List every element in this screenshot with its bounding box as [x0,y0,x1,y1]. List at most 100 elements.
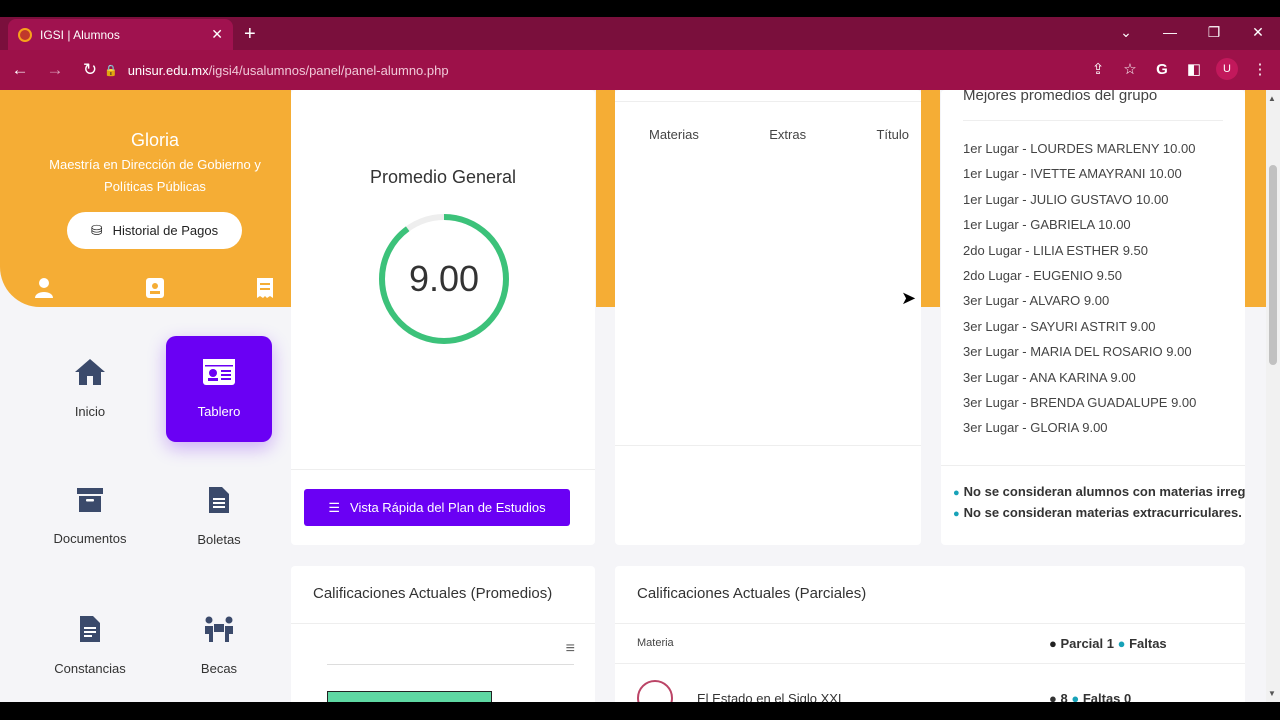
promedio-title: Promedio General [369,167,517,187]
receipt-icon[interactable] [257,278,273,303]
mejores-card: Mejores promedios del grupo 1er Lugar - … [941,90,1245,545]
bookmark-star-icon[interactable]: ☆ [1120,60,1140,78]
bullet-icon: ● [1117,636,1126,651]
menu-documentos-label: Documentos [53,531,127,546]
row-subject: El Estado en el Siglo XXI [697,691,842,702]
rank-item: 2do Lugar - LILIA ESTHER 9.50 [963,242,1148,258]
rank-item: 1er Lugar - GABRIELA 10.00 [963,217,1131,233]
lock-icon: 🔒 [104,64,118,77]
scroll-up-icon[interactable]: ▲ [1268,94,1276,103]
card-divider [615,101,921,102]
menu-becas[interactable]: Becas [166,593,272,699]
scroll-down-icon[interactable]: ▼ [1268,689,1276,698]
share-icon[interactable]: ⇪ [1088,60,1108,78]
menu-tablero[interactable]: Tablero [166,336,272,442]
browser-tab[interactable]: IGSI | Alumnos ✕ [8,19,233,50]
col-parcial: Parcial 1 [1060,636,1114,651]
menu-becas-label: Becas [200,661,238,676]
reload-icon[interactable]: ↻ [75,60,105,80]
rank-item: 3er Lugar - MARIA DEL ROSARIO 9.00 [963,344,1192,360]
university-logo-icon [637,680,673,702]
bars-icon: ☰ [328,499,341,515]
bullet-icon: ● [1049,691,1057,702]
close-tab-icon[interactable]: ✕ [211,26,223,43]
profile-avatar[interactable]: U [1216,58,1238,80]
back-icon[interactable]: ← [5,60,35,80]
url-host: unisur.edu.mx [127,62,209,78]
tab-title: IGSI | Alumnos [40,27,120,42]
scrollbar-thumb[interactable] [1269,165,1277,365]
calif-parciales-card: Calificaciones Actuales (Parciales) Mate… [615,566,1245,702]
orange-band-right [921,90,940,307]
note-item: ● No se consideran alumnos con materias i… [953,484,1245,505]
rank-item: 3er Lugar - GLORIA 9.00 [963,420,1108,436]
home-icon [75,359,105,392]
rank-item: 1er Lugar - LOURDES MARLENY 10.00 [963,141,1196,156]
tab-search-icon[interactable]: ⌄ [1104,17,1148,47]
rank-item: 3er Lugar - BRENDA GUADALUPE 9.00 [963,394,1197,410]
page-viewport: Gloria Maestría en Dirección de Gobierno… [0,90,1266,702]
calif-promedios-card: Calificaciones Actuales (Promedios) ≡ [291,566,595,702]
bottom-edge [0,702,1280,720]
student-program: Maestría en Dirección de Gobierno y Polí… [49,157,261,194]
rank-item: 1er Lugar - IVETTE AMAYRANI 10.00 [963,166,1182,182]
bullet-icon: ● [953,508,960,520]
menu-documentos[interactable]: Documentos [37,464,143,570]
calif-promedios-title: Calificaciones Actuales (Promedios) [313,585,553,602]
grammarly-icon[interactable]: G [1152,61,1172,78]
menu-inicio-label: Inicio [74,404,106,419]
archive-box-icon [77,488,103,519]
minimize-icon[interactable]: — [1148,17,1192,47]
materias-card: Materias Extras Título [615,90,921,545]
rank-item: 2do Lugar - EUGENIO 9.50 [963,267,1122,283]
row-faltas: Faltas 0 [1082,691,1132,702]
materias-headers: Materias Extras Título [649,127,909,142]
bullet-icon: ● [953,487,960,499]
more-menu-icon[interactable]: ⋮ [1250,60,1270,78]
study-plan-label: Vista Rápida del Plan de Estudios [350,500,546,515]
forward-icon[interactable]: → [40,60,70,80]
profile-shortcuts [0,278,291,303]
rank-item: 1er Lugar - JULIO GUSTAVO 10.00 [963,191,1169,207]
top-edge [0,0,1280,17]
notes-list: ● No se consideran alumnos con materias i… [953,484,1245,526]
file-alt-icon [209,487,229,520]
menu-inicio[interactable]: Inicio [37,336,143,442]
mouse-cursor-icon: ➤ [901,288,917,308]
tab-bar: IGSI | Alumnos ✕ + ⌄ — ❐ ✕ [0,17,1280,50]
orange-band-left [596,90,615,307]
card-divider [615,623,1245,624]
card-divider [963,120,1223,121]
chart-bar[interactable] [327,691,492,702]
note-text: No se consideran materias extracurricula… [963,505,1242,520]
mejores-title: Mejores promedios del grupo [963,90,1158,104]
close-window-icon[interactable]: ✕ [1236,17,1280,47]
page-scrollbar[interactable]: ▲ ▼ [1266,90,1280,702]
sidebar-icon[interactable]: ◧ [1184,60,1204,78]
card-divider [291,623,595,624]
chart-menu-icon[interactable]: ≡ [566,640,575,658]
menu-constancias[interactable]: Constancias [37,593,143,699]
coins-icon: ⛁ [90,222,103,238]
menu-boletas-label: Boletas [197,532,241,547]
people-carry-icon [203,616,235,649]
id-badge-icon[interactable] [146,278,164,303]
study-plan-button[interactable]: ☰ Vista Rápida del Plan de Estudios [304,489,570,526]
promedio-value: 9.00 [408,258,480,299]
note-text: No se consideran alumnos con materias ir… [963,484,1245,499]
id-card-icon [203,359,235,392]
user-icon[interactable] [35,278,53,303]
row-grade: 8 [1060,691,1068,702]
col-faltas: Faltas [1129,636,1167,651]
restore-icon[interactable]: ❐ [1192,17,1236,47]
document-icon [80,616,100,649]
menu-boletas[interactable]: Boletas [166,464,272,570]
new-tab-icon[interactable]: + [244,23,256,46]
url-field[interactable]: 🔒 unisur.edu.mx /igsi4/usalumnos/panel/p… [104,56,1154,84]
rank-list: 1er Lugar - LOURDES MARLENY 10.00 1er Lug… [963,140,1196,445]
note-item: ● No se consideran materias extracurricul… [953,505,1245,526]
toolbar-icons: ⇪ ☆ G ◧ U ⋮ [1088,58,1270,80]
payment-history-button[interactable]: ⛁ Historial de Pagos [67,212,242,249]
orange-band-far-right [1245,90,1266,307]
parcial-headers: ● Parcial 1 ● Faltas [1049,636,1167,651]
